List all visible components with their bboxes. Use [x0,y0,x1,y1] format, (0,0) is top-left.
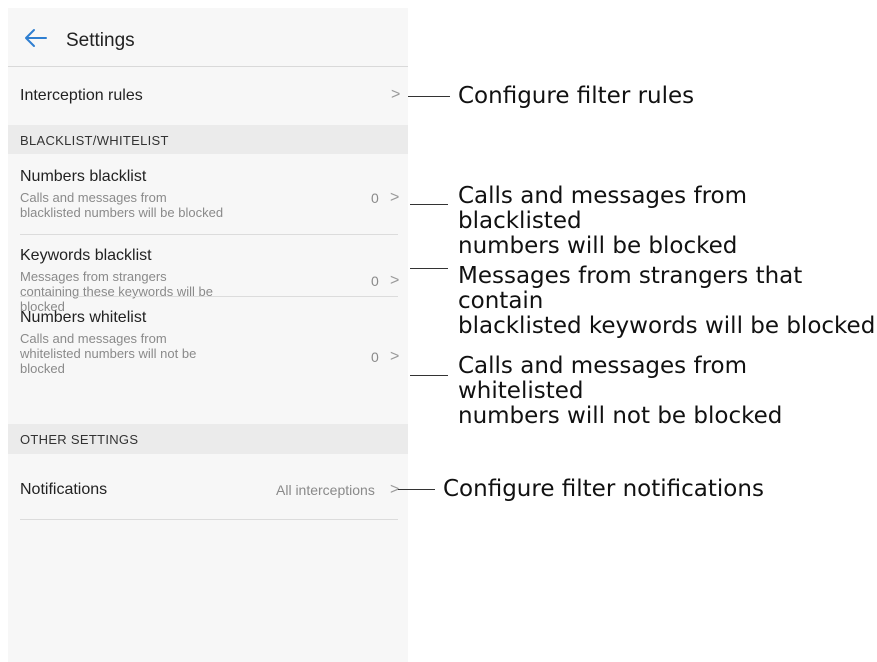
section-title: BLACKLIST/WHITELIST [20,133,169,148]
notifications-label: Notifications [20,481,108,498]
chevron-right-icon: > [390,189,400,206]
callout-line-text: Configure filter notifications [443,476,764,502]
callout-line [398,489,435,490]
callout-line [410,375,448,376]
numbers-whitelist-row[interactable]: Numbers whitelist Calls and messages fro… [8,297,408,407]
notifications-value: All interceptions [276,482,375,498]
section-header-other-settings: OTHER SETTINGS [8,424,408,454]
phone-screen: Settings Interception rules > BLACKLIST/… [8,8,408,662]
description-line: Calls and messages from [20,190,167,205]
page-title: Settings [66,30,135,51]
callout-numbers-blacklist: Calls and messages from blacklisted numb… [458,184,877,259]
callout-line [410,268,448,269]
notifications-row[interactable]: Notifications All interceptions > [8,454,408,518]
callout-numbers-whitelist: Calls and messages from whitelisted numb… [458,354,877,429]
app-header: Settings [8,8,408,67]
numbers-blacklist-label: Numbers blacklist [20,168,147,185]
keywords-blacklist-label: Keywords blacklist [20,247,152,264]
callout-line [410,204,448,205]
section-header-blacklist-whitelist: BLACKLIST/WHITELIST [8,125,408,154]
description-line: Calls and messages from [20,331,167,346]
interception-rules-row[interactable]: Interception rules > [8,67,408,125]
numbers-blacklist-count: 0 [371,190,379,206]
callout-line-text: numbers will be blocked [458,233,738,259]
chevron-right-icon: > [390,272,400,289]
description-line: blacklisted numbers will be blocked [20,205,224,220]
arrow-left-icon[interactable] [24,28,48,48]
description-line: Messages from strangers [20,269,167,284]
section-title: OTHER SETTINGS [20,432,139,447]
callout-line-text: Configure filter rules [458,83,695,109]
description-line: whitelisted numbers will not be [20,346,197,361]
chevron-right-icon: > [390,481,400,498]
callout-line [408,96,450,97]
chevron-right-icon: > [391,86,401,103]
description-line: blocked [20,361,65,376]
numbers-whitelist-count: 0 [371,349,379,365]
callout-interception-rules: Configure filter rules [458,84,694,109]
numbers-whitelist-description: Calls and messages from whitelisted numb… [20,331,270,376]
divider [20,519,398,520]
keywords-blacklist-count: 0 [371,273,379,289]
callout-line-text: blacklisted keywords will be blocked [458,313,876,339]
callout-line-text: Calls and messages from whitelisted [458,353,747,404]
callout-line-text: Messages from strangers that contain [458,263,803,314]
numbers-whitelist-label: Numbers whitelist [20,309,147,326]
callout-notifications: Configure filter notifications [443,477,764,502]
callout-keywords-blacklist: Messages from strangers that contain bla… [458,264,877,339]
callout-line-text: Calls and messages from blacklisted [458,183,747,234]
callout-line-text: numbers will not be blocked [458,403,783,429]
interception-rules-label: Interception rules [20,87,143,104]
chevron-right-icon: > [390,348,400,365]
numbers-blacklist-description: Calls and messages from blacklisted numb… [20,190,270,220]
numbers-blacklist-row[interactable]: Numbers blacklist Calls and messages fro… [8,154,408,234]
